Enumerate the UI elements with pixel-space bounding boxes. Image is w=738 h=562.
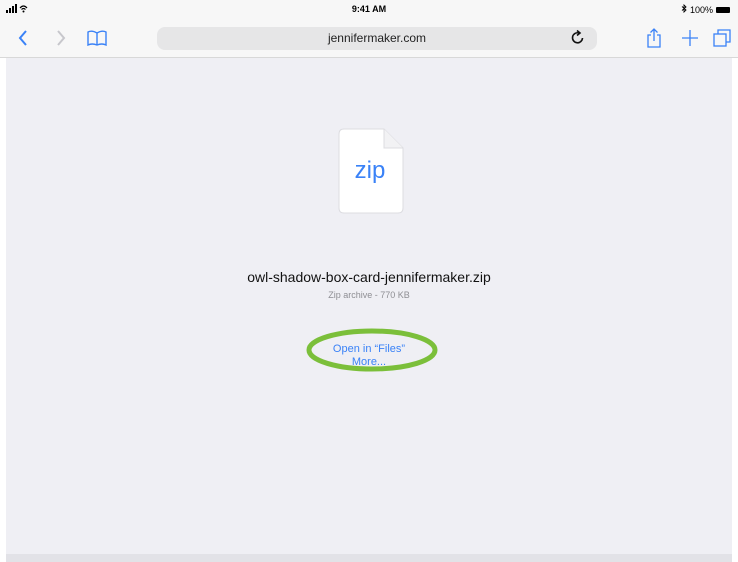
- bookmarks-icon[interactable]: [86, 26, 108, 50]
- url-text: jennifermaker.com: [327, 31, 427, 45]
- new-tab-icon[interactable]: [680, 26, 700, 50]
- status-right: 100%: [681, 3, 730, 15]
- tabs-icon[interactable]: [712, 26, 732, 50]
- battery-icon: [716, 6, 730, 13]
- forward-icon[interactable]: [52, 26, 70, 50]
- bottom-bar: [6, 554, 732, 562]
- battery-percent: 100%: [689, 4, 713, 15]
- file-name: owl-shadow-box-card-jennifermaker.zip: [247, 269, 491, 285]
- file-type-label: zip: [354, 157, 386, 184]
- browser-toolbar: jennifermaker.com: [0, 20, 738, 58]
- reload-icon[interactable]: [571, 29, 585, 50]
- share-icon[interactable]: [644, 26, 664, 50]
- status-time: 9:41 AM: [351, 4, 387, 14]
- back-icon[interactable]: [14, 26, 32, 50]
- open-in-files-button[interactable]: Open in “Files”: [0, 343, 738, 355]
- file-meta: Zip archive - 770 KB: [328, 290, 410, 300]
- address-bar[interactable]: jennifermaker.com: [157, 27, 597, 50]
- status-bar: 9:41 AM 100%: [0, 0, 738, 20]
- bluetooth-icon: [681, 3, 687, 15]
